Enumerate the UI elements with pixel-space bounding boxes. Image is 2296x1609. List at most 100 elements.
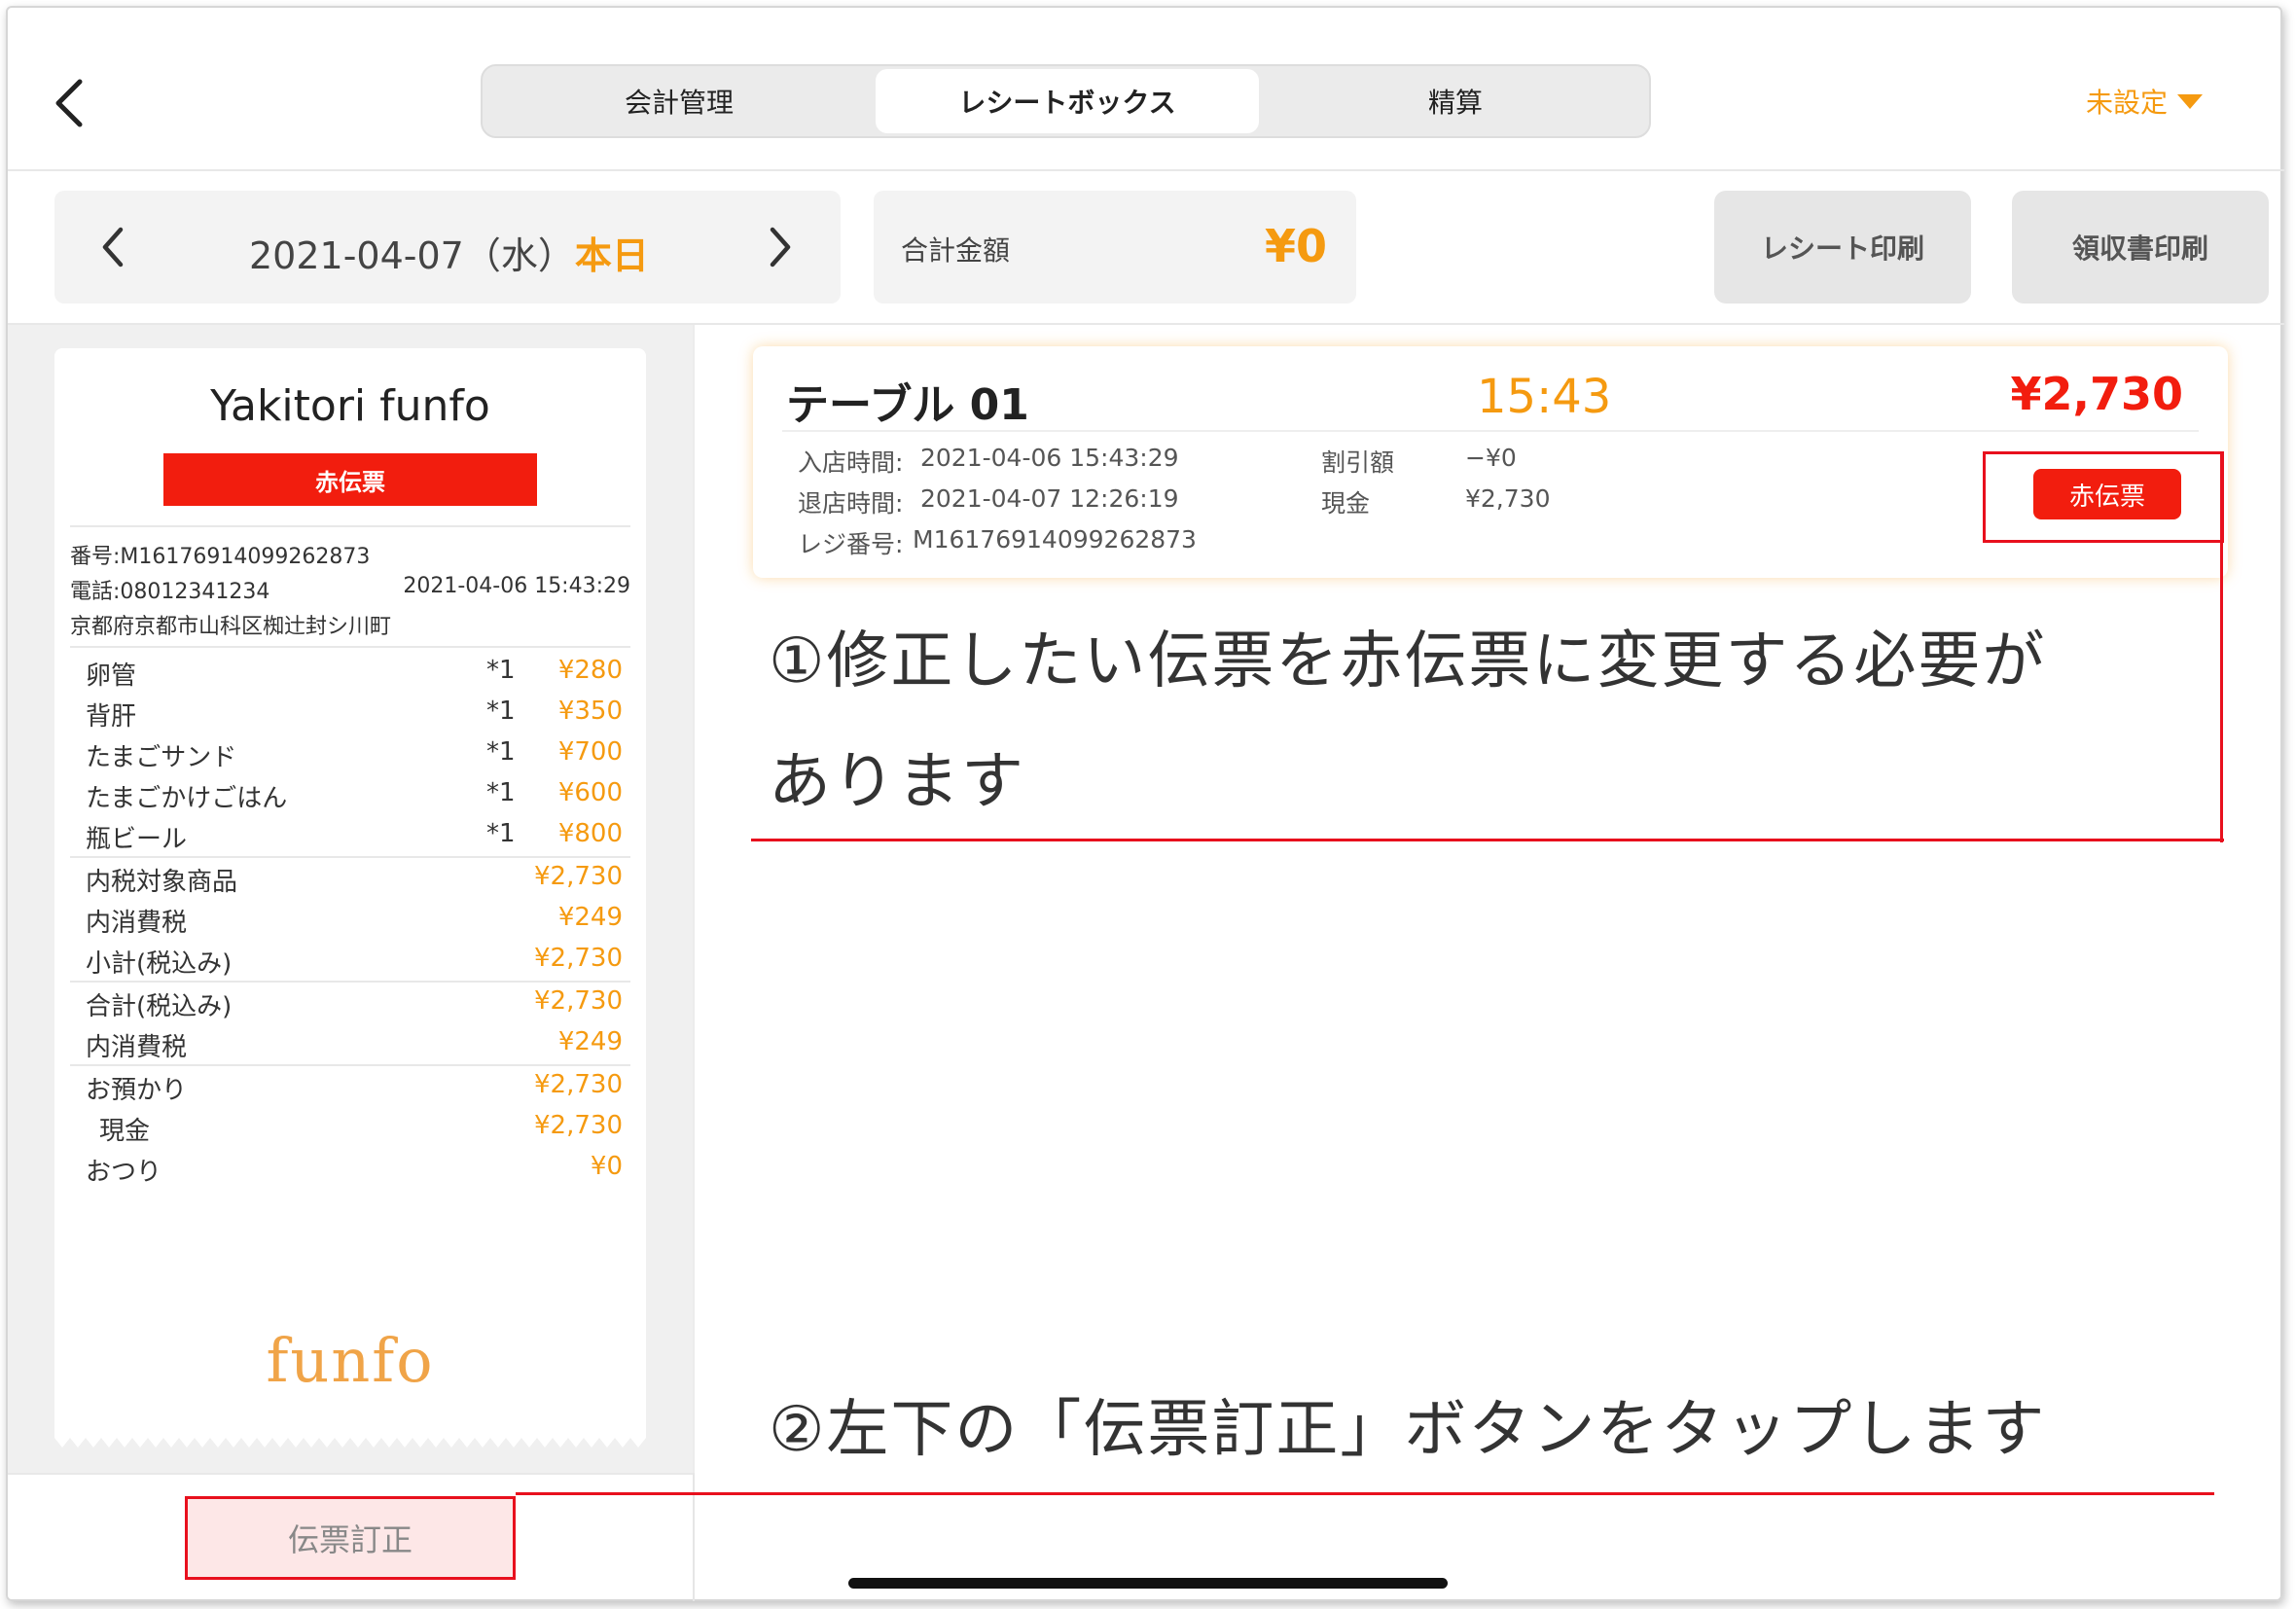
slip-correction-button[interactable]: 伝票訂正: [185, 1496, 516, 1580]
exit-time-value: 2021-04-07 12:26:19: [920, 484, 1179, 513]
cash-label: 現金: [1321, 489, 1371, 518]
red-slip-highlight-box: [1983, 451, 2224, 543]
receipt-item-row: たまごかけごはん *1 ¥600: [86, 774, 623, 815]
home-indicator: [848, 1578, 1448, 1589]
summary-value: ¥2,730: [534, 944, 623, 973]
item-name: たまごかけごはん: [86, 784, 288, 813]
card-total: ¥2,730: [2010, 368, 2183, 420]
receipt-item-row: 背肝 *1 ¥350: [86, 693, 623, 733]
entry-time-value: 2021-04-06 15:43:29: [920, 444, 1179, 472]
instruction-step-1-cont: あります: [769, 746, 1025, 818]
register-number-value: M16176914099262873: [913, 525, 1197, 554]
receipt-summary-row: お預かり ¥2,730: [86, 1066, 623, 1107]
receipt-divider: [70, 646, 630, 648]
receipt-summary-row: 内税対象商品 ¥2,730: [86, 858, 623, 899]
receipt-preview: Yakitori funfo 赤伝票 番号:M16176914099262873…: [54, 348, 646, 1438]
summary-label: 小計(税込み): [86, 949, 233, 979]
total-amount-value: ¥0: [1264, 220, 1327, 272]
discount-value: −¥0: [1465, 444, 1517, 472]
total-amount-label: 合計金額: [901, 234, 1011, 267]
card-time: 15:43: [1477, 370, 1612, 424]
today-label: 本日: [574, 234, 649, 277]
item-qty: *1: [486, 778, 516, 807]
summary-label: お預かり: [86, 1076, 188, 1105]
table-name: テーブル 01: [786, 380, 1029, 430]
tab-accounting[interactable]: 会計管理: [486, 69, 872, 133]
item-name: 卵管: [86, 661, 137, 691]
total-amount-box: 合計金額 ¥0: [874, 191, 1356, 304]
funfo-logo: funfo: [266, 1325, 435, 1396]
receipt-summary-row: 現金 ¥2,730: [86, 1107, 623, 1148]
receipt-number: 番号:M16176914099262873: [70, 545, 371, 569]
tab-settlement[interactable]: 精算: [1263, 69, 1648, 133]
annotation-underline: [751, 839, 2224, 841]
item-qty: *1: [486, 819, 516, 848]
date-selector: 2021-04-07（水）本日: [54, 191, 841, 304]
receipt-summary-row: おつり ¥0: [86, 1148, 623, 1189]
item-qty: *1: [486, 737, 516, 767]
segmented-control: 会計管理 レシートボックス 精算: [481, 64, 1651, 138]
summary-label: 内消費税: [86, 909, 188, 938]
summary-value: ¥249: [557, 1027, 623, 1056]
item-name: 背肝: [86, 702, 137, 732]
summary-value: ¥249: [557, 903, 623, 932]
summary-value: ¥2,730: [534, 1111, 623, 1140]
receipt-item-row: 瓶ビール *1 ¥800: [86, 815, 623, 856]
receipt-address: 京都府京都市山科区椥辻封シ川町: [70, 615, 392, 639]
receipt-datetime: 2021-04-06 15:43:29: [403, 574, 630, 598]
unset-label: 未設定: [2086, 87, 2169, 119]
prev-day-chevron-icon[interactable]: [97, 224, 130, 270]
receipt-print-button[interactable]: レシート印刷: [1714, 191, 1971, 304]
item-name: たまごサンド: [86, 743, 237, 772]
cash-value: ¥2,730: [1465, 484, 1551, 513]
entry-time-label: 入店時間:: [798, 448, 904, 477]
header-divider: [8, 169, 2284, 171]
item-qty: *1: [486, 656, 516, 685]
summary-value: ¥2,730: [534, 1070, 623, 1099]
summary-value: ¥2,730: [534, 986, 623, 1016]
receipt-summary-row: 内消費税 ¥249: [86, 1023, 623, 1064]
receipt-summary-row: 内消費税 ¥249: [86, 899, 623, 940]
exit-time-label: 退店時間:: [798, 489, 904, 518]
summary-value: ¥2,730: [534, 862, 623, 891]
card-divider: [782, 430, 2199, 432]
date-display[interactable]: 2021-04-07（水）本日: [249, 226, 649, 279]
back-chevron-icon[interactable]: [51, 76, 91, 130]
shop-name: Yakitori funfo: [210, 381, 490, 431]
unset-dropdown[interactable]: 未設定: [2086, 82, 2204, 121]
instruction-step-1: ①修正したい伝票を赤伝票に変更する必要が: [769, 626, 2047, 697]
receipt-phone: 電話:08012341234: [70, 580, 270, 604]
summary-label: 内消費税: [86, 1033, 188, 1062]
footer-divider: [8, 1473, 693, 1475]
item-price: ¥800: [557, 819, 623, 848]
summary-label: 合計(税込み): [86, 992, 233, 1021]
item-price: ¥700: [557, 737, 623, 767]
item-price: ¥280: [557, 656, 623, 685]
invoice-print-button[interactable]: 領収書印刷: [2012, 191, 2269, 304]
annotation-underline: [516, 1492, 2214, 1495]
discount-label: 割引額: [1321, 448, 1395, 477]
instruction-step-2: ②左下の「伝票訂正」ボタンをタップします: [769, 1394, 2047, 1466]
register-number-label: レジ番号:: [798, 530, 904, 558]
receipt-summary-row: 小計(税込み) ¥2,730: [86, 940, 623, 981]
date-value: 2021-04-07（水）: [249, 234, 575, 277]
tab-receipt-box[interactable]: レシートボックス: [876, 69, 1259, 133]
caret-down-icon: [2177, 93, 2204, 109]
item-price: ¥600: [557, 778, 623, 807]
receipt-torn-edge: [54, 1428, 646, 1448]
item-qty: *1: [486, 697, 516, 726]
summary-label: 現金: [99, 1117, 151, 1146]
red-slip-banner: 赤伝票: [163, 453, 537, 506]
summary-label: おつり: [86, 1158, 162, 1187]
pane-divider: [693, 325, 695, 1473]
summary-label: 内税対象商品: [86, 868, 238, 897]
receipt-summary-row: 合計(税込み) ¥2,730: [86, 983, 623, 1023]
receipt-item-row: 卵管 *1 ¥280: [86, 652, 623, 693]
receipt-item-row: たまごサンド *1 ¥700: [86, 733, 623, 774]
item-price: ¥350: [557, 697, 623, 726]
receipt-divider: [70, 525, 630, 527]
summary-value: ¥0: [590, 1152, 623, 1181]
annotation-connector-line: [2220, 451, 2223, 842]
item-name: 瓶ビール: [86, 825, 188, 854]
next-day-chevron-icon[interactable]: [763, 224, 796, 270]
